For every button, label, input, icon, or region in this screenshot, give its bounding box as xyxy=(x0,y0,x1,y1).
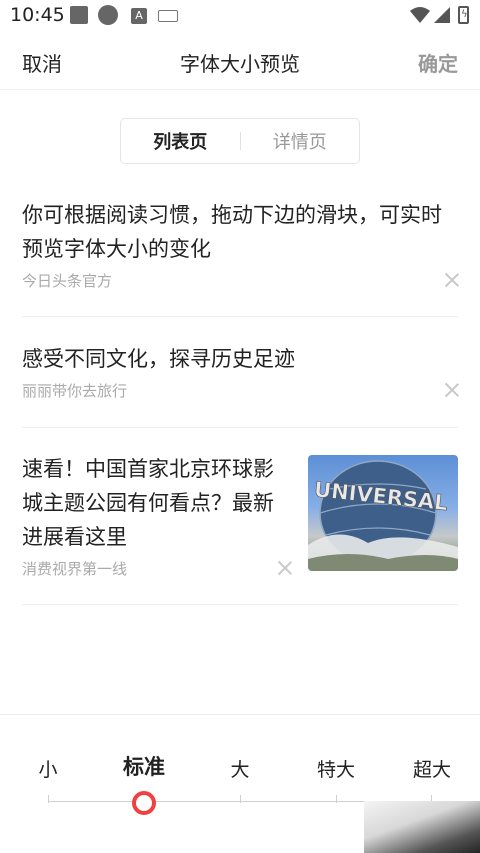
size-option-small[interactable]: 小 xyxy=(34,755,62,782)
header: 取消 字体大小预览 确定 xyxy=(0,34,480,90)
size-option-standard[interactable]: 标准 xyxy=(118,751,170,781)
font-size-selector: 小 标准 大 特大 超大 xyxy=(0,714,480,853)
circle-icon xyxy=(98,5,118,25)
feed-item-title-line: 速看！中国首家北京环球影 xyxy=(22,457,274,481)
signal-icon xyxy=(434,7,450,23)
size-option-extra-large[interactable]: 特大 xyxy=(314,755,358,782)
close-icon[interactable] xyxy=(444,272,460,288)
feed-item-source: 丽丽带你去旅行 xyxy=(22,382,128,400)
page-title: 字体大小预览 xyxy=(180,52,300,76)
feed-item-source: 消费视界第一线 xyxy=(22,560,128,578)
keyboard-icon xyxy=(158,10,178,22)
status-time: 10:45 xyxy=(10,4,65,26)
preview-tabs: 列表页 详情页 xyxy=(120,118,360,164)
size-option-super-large[interactable]: 超大 xyxy=(410,755,454,782)
feed-item-title-line: 你可根据阅读习惯，拖动下边的滑块，可实时 xyxy=(22,203,442,227)
wifi-icon xyxy=(410,7,430,23)
a-icon: A xyxy=(131,8,147,24)
feed-item-source: 今日头条官方 xyxy=(22,272,113,290)
close-icon[interactable] xyxy=(277,560,293,576)
slider-tick xyxy=(240,795,241,803)
feed-item[interactable]: 你可根据阅读习惯，拖动下边的滑块，可实时 预览字体大小的变化 今日头条官方 xyxy=(0,196,480,318)
feed-item-thumbnail[interactable]: UNIVERSAL xyxy=(308,455,458,571)
size-option-large[interactable]: 大 xyxy=(226,755,254,782)
slider-tick xyxy=(48,795,49,803)
feed-item-title-line: 城主题公园有何看点？最新 xyxy=(22,491,274,515)
feed-item-title-line: 进展看这里 xyxy=(22,525,127,549)
feed-item-title-line: 预览字体大小的变化 xyxy=(22,237,211,261)
confirm-button[interactable]: 确定 xyxy=(418,48,458,77)
status-bar: 10:45 A ϟ xyxy=(0,0,480,34)
divider xyxy=(22,427,458,428)
divider xyxy=(22,316,458,317)
square-icon xyxy=(70,6,88,24)
divider xyxy=(22,604,458,605)
battery-icon: ϟ xyxy=(458,6,469,24)
feed-item[interactable]: 感受不同文化，探寻历史足迹 丽丽带你去旅行 xyxy=(0,340,480,430)
tab-list-page[interactable]: 列表页 xyxy=(121,128,240,154)
feed-item-title-line: 感受不同文化，探寻历史足迹 xyxy=(22,347,295,371)
close-icon[interactable] xyxy=(444,382,460,398)
corner-image xyxy=(364,801,480,853)
universal-globe-image: UNIVERSAL xyxy=(308,460,458,571)
slider-handle[interactable] xyxy=(132,791,156,815)
tab-detail-page[interactable]: 详情页 xyxy=(241,128,360,154)
slider-tick xyxy=(336,795,337,803)
